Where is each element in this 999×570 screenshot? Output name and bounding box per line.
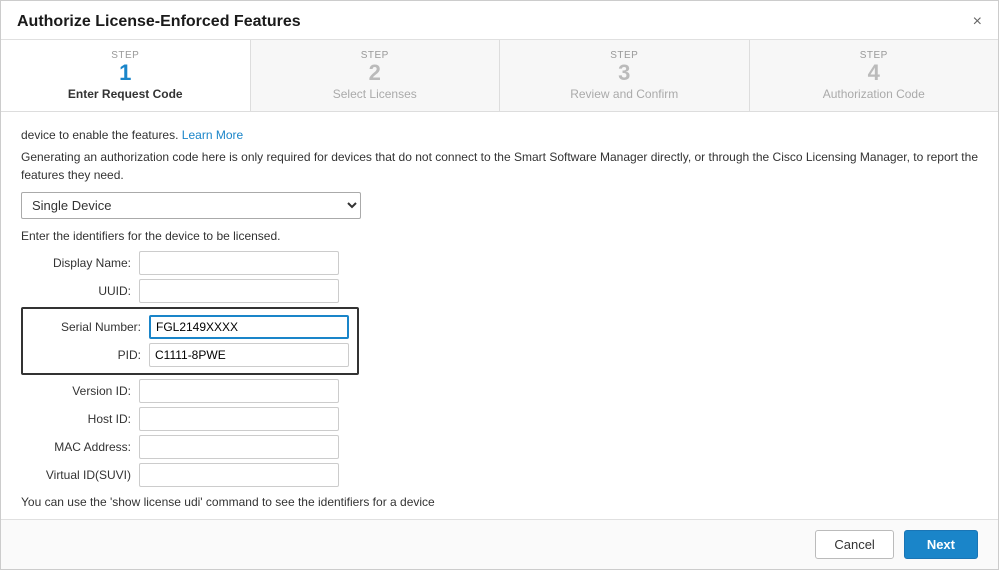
- modal-title: Authorize License-Enforced Features: [17, 13, 301, 31]
- highlighted-fields-box: Serial Number: PID:: [21, 307, 359, 375]
- step-1-number: 1: [119, 61, 131, 85]
- step-3-name: Review and Confirm: [570, 87, 678, 101]
- form-row-version-id: Version ID:: [21, 379, 978, 403]
- modal-footer: Cancel Next: [1, 519, 998, 569]
- dropdown-row: Single Device Multiple Devices: [21, 192, 978, 219]
- pid-input[interactable]: [149, 343, 349, 367]
- step-2[interactable]: STEP 2 Select Licenses: [251, 40, 501, 111]
- cancel-button[interactable]: Cancel: [815, 530, 893, 559]
- virtual-id-label: Virtual ID(SUVI): [21, 468, 131, 482]
- steps-bar: STEP 1 Enter Request Code STEP 2 Select …: [1, 40, 998, 112]
- step-3[interactable]: STEP 3 Review and Confirm: [500, 40, 750, 111]
- display-name-label: Display Name:: [21, 256, 131, 270]
- form-row-host-id: Host ID:: [21, 407, 978, 431]
- step-1[interactable]: STEP 1 Enter Request Code: [1, 40, 251, 111]
- form-row-display-name: Display Name:: [21, 251, 978, 275]
- step-3-number: 3: [618, 61, 630, 85]
- hint-text: You can use the 'show license udi' comma…: [21, 495, 978, 509]
- mac-address-input[interactable]: [139, 435, 339, 459]
- identifiers-label: Enter the identifiers for the device to …: [21, 229, 978, 243]
- form-section: Display Name: UUID:: [21, 251, 978, 303]
- form-row-serial-number: Serial Number:: [31, 315, 349, 339]
- close-button[interactable]: ×: [973, 14, 982, 30]
- host-id-label: Host ID:: [21, 412, 131, 426]
- learn-more-link[interactable]: Learn More: [182, 128, 243, 142]
- modal-header: Authorize License-Enforced Features ×: [1, 1, 998, 40]
- uuid-label: UUID:: [21, 284, 131, 298]
- step-2-number: 2: [369, 61, 381, 85]
- version-id-label: Version ID:: [21, 384, 131, 398]
- form-row-uuid: UUID:: [21, 279, 978, 303]
- form-row-pid: PID:: [31, 343, 349, 367]
- modal-container: Authorize License-Enforced Features × ST…: [0, 0, 999, 570]
- next-button[interactable]: Next: [904, 530, 978, 559]
- device-text: device to enable the features.: [21, 128, 178, 142]
- device-info-text: device to enable the features. Learn Mor…: [21, 126, 978, 144]
- step-4[interactable]: STEP 4 Authorization Code: [750, 40, 999, 111]
- virtual-id-input[interactable]: [139, 463, 339, 487]
- form-row-virtual-id: Virtual ID(SUVI): [21, 463, 978, 487]
- version-id-input[interactable]: [139, 379, 339, 403]
- step-1-name: Enter Request Code: [68, 87, 183, 101]
- mac-address-label: MAC Address:: [21, 440, 131, 454]
- step-4-number: 4: [868, 61, 880, 85]
- form-row-mac-address: MAC Address:: [21, 435, 978, 459]
- uuid-input[interactable]: [139, 279, 339, 303]
- host-id-input[interactable]: [139, 407, 339, 431]
- serial-number-label: Serial Number:: [31, 320, 141, 334]
- device-type-select[interactable]: Single Device Multiple Devices: [21, 192, 361, 219]
- info-line: Generating an authorization code here is…: [21, 148, 978, 184]
- display-name-input[interactable]: [139, 251, 339, 275]
- form-section-lower: Version ID: Host ID: MAC Address: Virtua…: [21, 379, 978, 487]
- pid-label: PID:: [31, 348, 141, 362]
- modal-content: device to enable the features. Learn Mor…: [1, 112, 998, 519]
- serial-number-input[interactable]: [149, 315, 349, 339]
- step-4-name: Authorization Code: [823, 87, 925, 101]
- step-2-name: Select Licenses: [333, 87, 417, 101]
